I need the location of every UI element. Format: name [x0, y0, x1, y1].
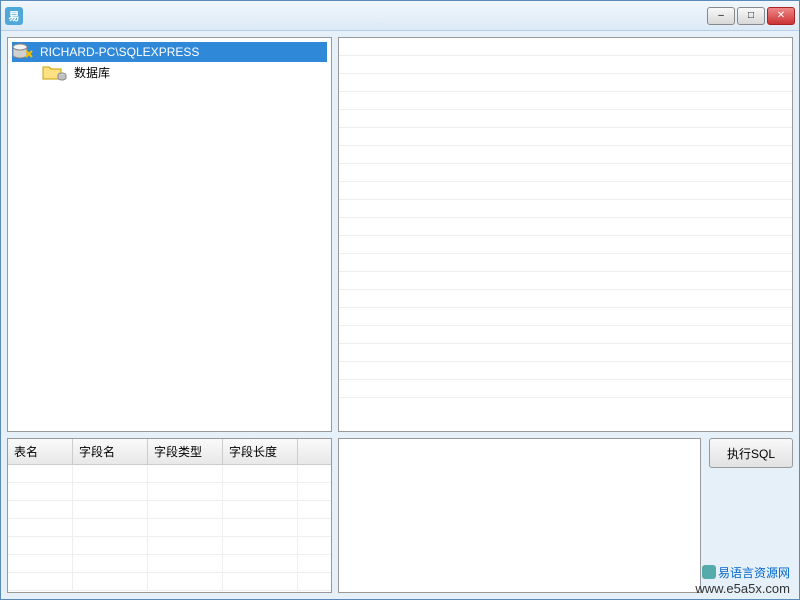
list-row [339, 200, 792, 218]
tree-node-server[interactable]: RICHARD-PC\SQLEXPRESS [12, 42, 327, 62]
execute-sql-button[interactable]: 执行SQL [709, 438, 793, 468]
table-header: 表名 字段名 字段类型 字段长度 [8, 439, 331, 465]
list-rows [339, 38, 792, 431]
sql-area: 执行SQL [338, 438, 793, 593]
list-row [339, 326, 792, 344]
app-icon: 易 [5, 7, 23, 25]
list-row [339, 128, 792, 146]
list-row [339, 146, 792, 164]
list-row [339, 218, 792, 236]
list-row [339, 38, 792, 56]
list-row [339, 308, 792, 326]
titlebar: 易 – □ ✕ [1, 1, 799, 31]
list-row [339, 254, 792, 272]
minimize-button[interactable]: – [707, 7, 735, 25]
col-field-name[interactable]: 字段名 [73, 439, 148, 464]
table-row [8, 519, 331, 537]
client-area: RICHARD-PC\SQLEXPRESS 数据库 [1, 31, 799, 599]
list-row [339, 92, 792, 110]
list-row [339, 74, 792, 92]
list-row [339, 380, 792, 398]
table-body [8, 465, 331, 592]
database-server-icon [12, 43, 34, 61]
close-button[interactable]: ✕ [767, 7, 795, 25]
list-row [339, 56, 792, 74]
tree-label-databases: 数据库 [72, 63, 112, 82]
window-controls: – □ ✕ [707, 7, 795, 25]
table-row [8, 537, 331, 555]
folder-database-icon [42, 63, 68, 81]
maximize-button[interactable]: □ [737, 7, 765, 25]
table-row [8, 573, 331, 591]
list-row [339, 164, 792, 182]
list-row [339, 344, 792, 362]
server-tree[interactable]: RICHARD-PC\SQLEXPRESS 数据库 [7, 37, 332, 432]
tree-label-server: RICHARD-PC\SQLEXPRESS [38, 44, 201, 60]
list-row [339, 290, 792, 308]
list-row [339, 236, 792, 254]
list-row [339, 272, 792, 290]
table-row [8, 555, 331, 573]
table-row [8, 483, 331, 501]
list-row [339, 110, 792, 128]
sql-input[interactable] [338, 438, 701, 593]
col-field-length[interactable]: 字段长度 [223, 439, 298, 464]
list-row [339, 362, 792, 380]
schema-table[interactable]: 表名 字段名 字段类型 字段长度 [7, 438, 332, 593]
col-table-name[interactable]: 表名 [8, 439, 73, 464]
table-row [8, 465, 331, 483]
table-row [8, 501, 331, 519]
tree-node-databases[interactable]: 数据库 [42, 62, 327, 82]
results-list[interactable] [338, 37, 793, 432]
app-window: 易 – □ ✕ RICHARD-PC\SQLEXPRESS [0, 0, 800, 600]
list-row [339, 182, 792, 200]
col-field-type[interactable]: 字段类型 [148, 439, 223, 464]
